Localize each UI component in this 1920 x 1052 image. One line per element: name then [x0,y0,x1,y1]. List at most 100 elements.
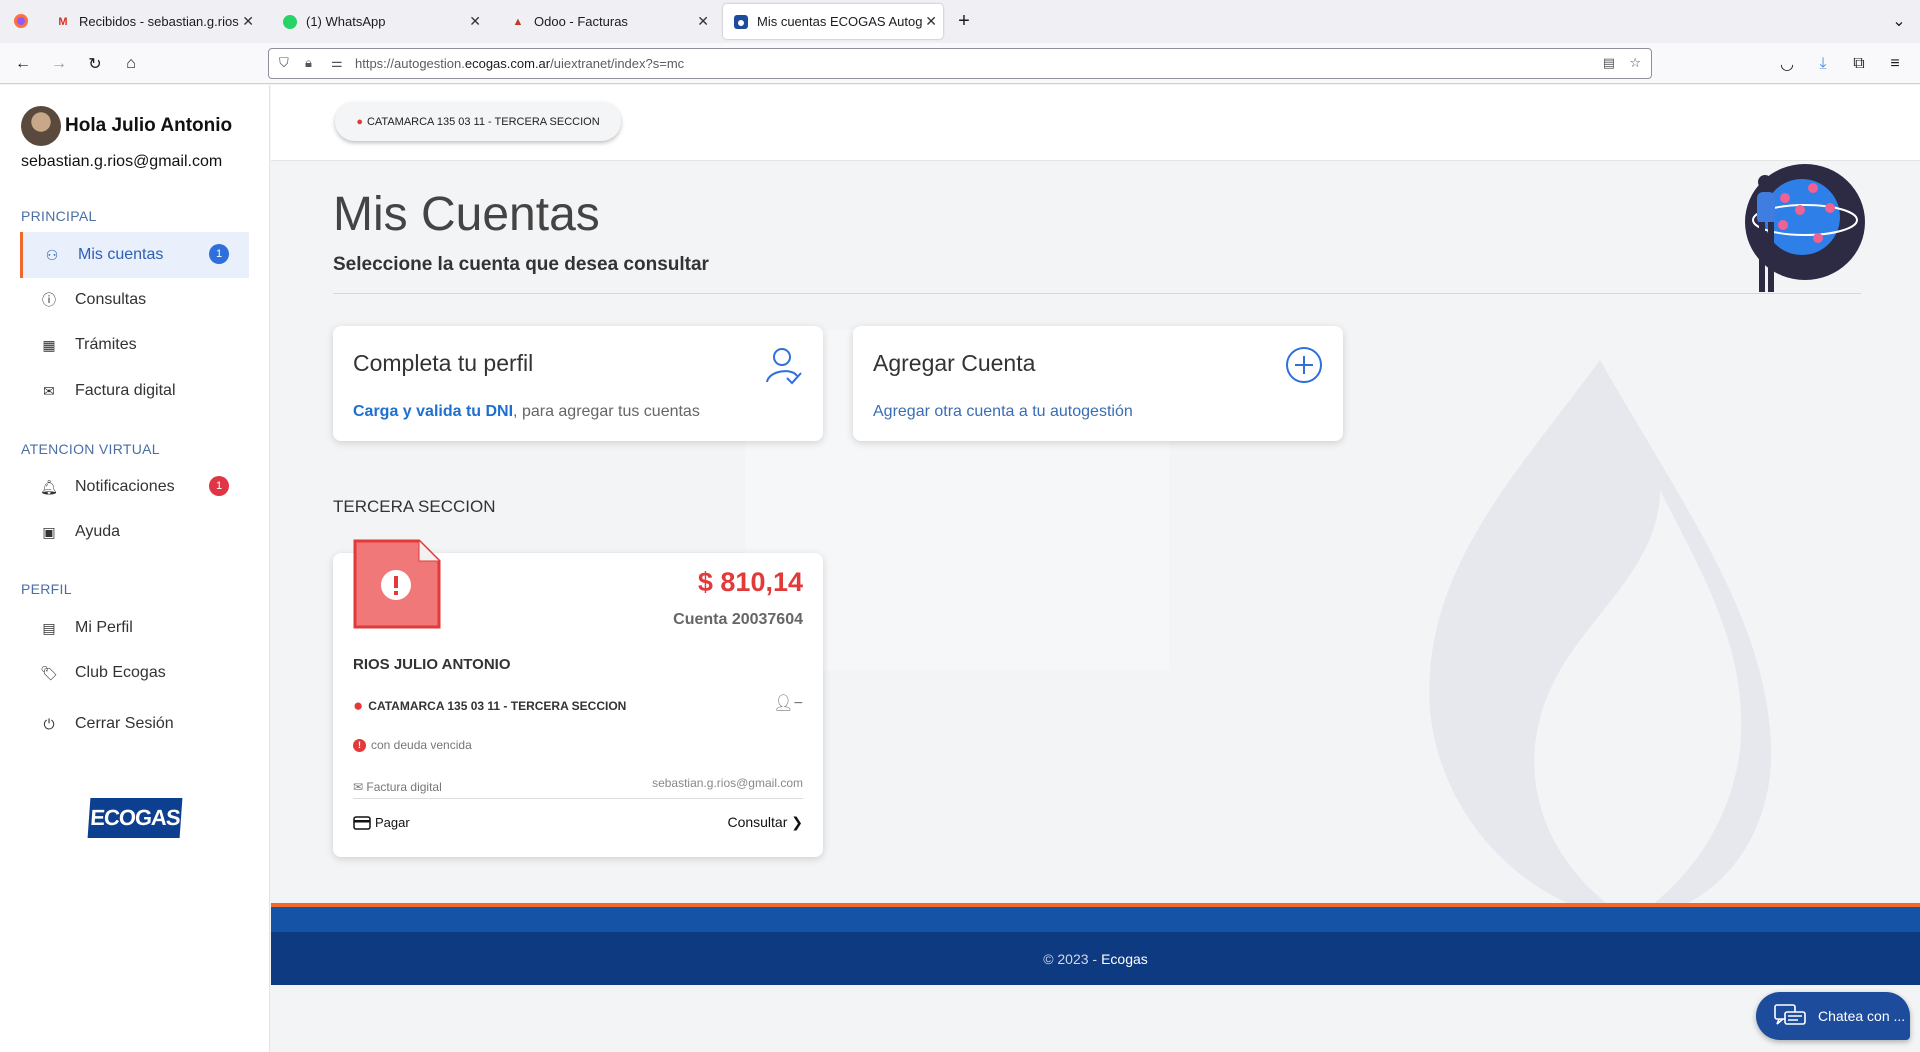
table-icon: ▦ [42,336,56,353]
remove-user-icon[interactable]: 👤︎− [773,693,803,713]
sidebar-item-consultas[interactable]: ⓘ Consultas [20,277,249,323]
firefox-menu-icon[interactable] [10,10,32,32]
count-badge: 1 [209,244,229,264]
pay-button[interactable]: Pagar [353,815,410,830]
reader-view-icon[interactable]: ▤ [1603,55,1615,71]
sidebar-item-label: Cerrar Sesión [75,715,174,732]
card-title: Agregar Cuenta [873,350,1036,376]
new-tab-icon[interactable]: + [953,10,975,32]
sidebar-item-ayuda[interactable]: ▣ Ayuda [20,509,249,555]
chat-button[interactable]: Chatea con ... [1756,992,1910,1040]
ecogas-icon [733,14,749,30]
ecogas-logo: ECOGAS [87,798,183,838]
card-text: Agregar otra cuenta a tu autogestión [873,403,1133,420]
section-principal: PRINCIPAL [21,208,97,224]
user-email: sebastian.g.rios@gmail.com [21,153,223,170]
debt-status: ! con deuda vencida [353,738,472,752]
chat-bubbles-icon [1774,1004,1806,1025]
footer: © 2023 - Ecogas [271,932,1920,985]
section-perfil: PERFIL [21,581,72,597]
card-title: Completa tu perfil [353,350,534,376]
page-title: Mis Cuentas [333,188,600,241]
shield-icon[interactable]: ⛉ [279,55,289,71]
sidebar-item-tramites[interactable]: ▦ Trámites [20,322,249,368]
sidebar-item-label: Trámites [75,336,137,353]
credit-card-icon [353,815,371,830]
sidebar-item-label: Consultas [75,291,147,308]
sidebar-item-label: Club Ecogas [75,664,166,681]
sidebar-item-mi-perfil[interactable]: ▤ Mi Perfil [20,605,249,651]
reload-icon[interactable]: ↻ [84,53,106,75]
greeting: Hola Julio Antonio [65,115,233,136]
url-bar[interactable]: ⛉ 🔒︎ ⚌ https://autogestion.ecogas.com.ar… [268,48,1652,79]
consult-button[interactable]: Consultar ❯ [727,814,803,831]
tab-odoo[interactable]: ▲ Odoo - Facturas ✕ [500,4,715,39]
close-icon[interactable]: ✕ [469,13,481,30]
forward-icon[interactable]: → [48,53,70,75]
browser-tab-bar: M Recibidos - sebastian.g.rios ✕ (1) Wha… [0,0,1920,43]
tab-gmail[interactable]: M Recibidos - sebastian.g.rios ✕ [45,4,260,39]
chevron-down-icon[interactable]: ⌄ [1888,10,1910,32]
extensions-icon[interactable]: ⧉ [1848,53,1870,75]
plus-circle-icon[interactable] [1285,346,1323,384]
sidebar-item-mis-cuentas[interactable]: ⚇ Mis cuentas 1 [20,232,249,278]
flame-watermark [1429,360,1772,920]
sidebar-item-cerrar-sesion[interactable]: ⏻ Cerrar Sesión [20,701,249,747]
user-check-icon [766,348,802,385]
tag-icon: 🏷︎ [40,664,58,681]
user-icon: ⚇ [45,246,59,263]
factura-digital-label: ✉ Factura digital [353,780,442,794]
map-illustration [1745,164,1865,292]
sidebar-item-club-ecogas[interactable]: 🏷︎ Club Ecogas [20,650,249,696]
divider [353,798,803,799]
map-pin-icon: ● [353,696,364,715]
account-amount: $ 810,14 [697,567,803,597]
tab-ecogas[interactable]: Mis cuentas ECOGAS Autog ✕ [723,4,943,39]
odoo-icon: ▲ [512,15,524,28]
avatar [21,106,61,146]
close-icon[interactable]: ✕ [242,13,254,30]
envelope-icon: ✉ [353,780,364,794]
browser-nav-bar: ← → ↻ ⌂ ⛉ 🔒︎ ⚌ https://autogestion.ecoga… [0,43,1920,84]
download-icon[interactable]: ⤓ [1812,53,1834,75]
alert-icon: ! [353,738,366,752]
id-card-icon: ▤ [42,619,56,636]
bookmark-star-icon[interactable]: ☆ [1629,55,1641,71]
url-text[interactable]: https://autogestion.ecogas.com.ar/uiextr… [355,56,684,71]
gmail-icon: M [58,15,68,28]
tab-whatsapp[interactable]: (1) WhatsApp ✕ [272,4,487,39]
footer-brand-link[interactable]: Ecogas [1101,951,1148,967]
factura-digital-email: sebastian.g.rios@gmail.com [652,776,803,790]
account-holder: RIOS JULIO ANTONIO [353,656,511,673]
close-icon[interactable]: ✕ [697,13,709,30]
hamburger-menu-icon[interactable]: ≡ [1884,53,1906,75]
sidebar-item-factura-digital[interactable]: ✉ Factura digital [20,368,249,414]
validate-dni-link[interactable]: Carga y valida tu DNI [353,403,513,420]
envelope-icon: ✉ [43,382,55,399]
sidebar-item-notificaciones[interactable]: 🔔︎ Notificaciones 1 [20,464,249,510]
map-pin-icon: ● [356,115,363,128]
sidebar-item-label: Ayuda [75,523,121,540]
home-icon[interactable]: ⌂ [120,53,142,75]
address-selector[interactable]: ● CATAMARCA 135 03 11 - TERCERA SECCION [335,102,621,141]
footer-band [271,907,1920,932]
question-circle-icon: ⓘ [42,292,56,308]
close-icon[interactable]: ✕ [925,13,937,30]
alert-document-icon [353,539,441,629]
lock-icon[interactable]: 🔒︎ [305,55,312,71]
top-strip: ● CATAMARCA 135 03 11 - TERCERA SECCION [271,85,1920,161]
back-icon[interactable]: ← [12,53,34,75]
power-icon: ⏻ [43,715,55,732]
add-account-card[interactable]: Agregar Cuenta Agregar otra cuenta a tu … [853,326,1343,441]
account-number: Cuenta 20037604 [673,611,803,628]
bell-icon: 🔔︎ [40,478,58,495]
newspaper-icon: ▣ [42,523,56,540]
permissions-icon[interactable]: ⚌ [331,55,343,71]
complete-profile-card[interactable]: Completa tu perfil Carga y valida tu DNI… [333,326,823,441]
whatsapp-icon [282,14,298,30]
count-badge: 1 [209,476,229,496]
zone-title: TERCERA SECCION [333,497,496,516]
pocket-icon[interactable]: ◡ [1776,53,1798,75]
card-text: Carga y valida tu DNI, para agregar tus … [353,403,700,420]
sidebar-item-label: Mis cuentas [78,246,164,263]
